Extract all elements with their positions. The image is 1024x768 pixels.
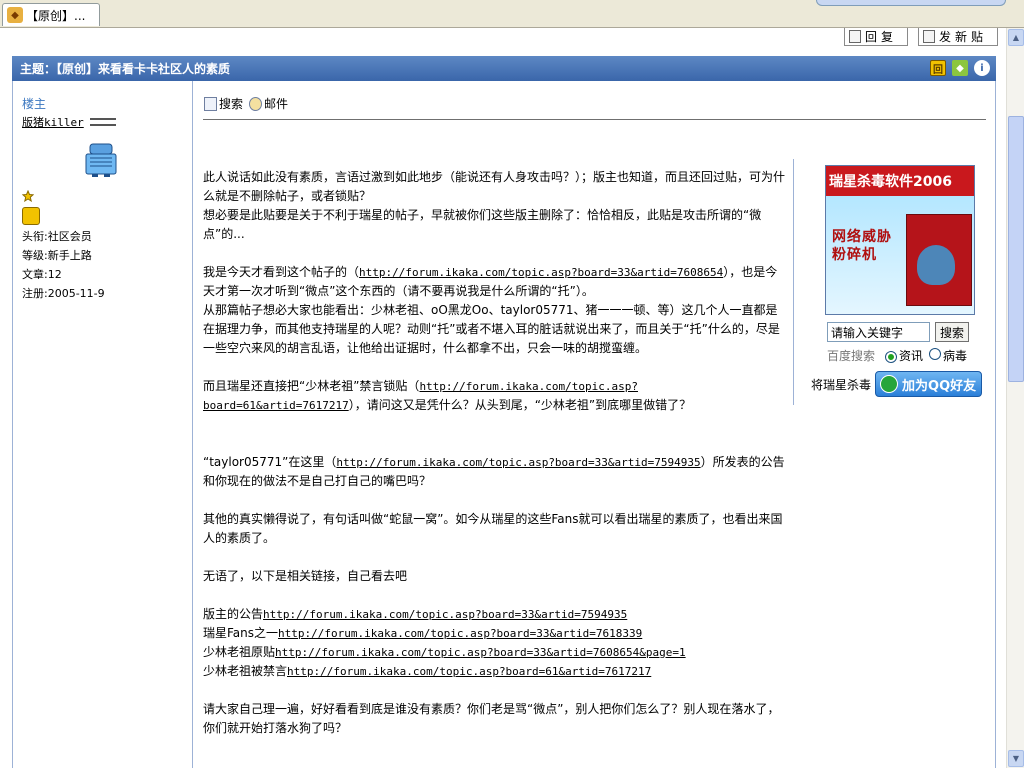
add-qq-friend-button[interactable]: 加为QQ好友 [875,371,983,397]
paragraph-2: 我是今天才看到这个帖子的（http://forum.ikaka.com/topi… [203,263,785,358]
link-item-label: 瑞星Fans之一 [203,626,279,640]
search-type-row: 百度搜索 资讯 病毒 [827,347,967,364]
paragraph-2b: 从那篇帖子想必大家也能看出：少林老祖、oO黑龙Oo、taylor05771、猪一… [203,303,780,355]
rising-ad-banner[interactable]: 瑞星杀毒软件2006 网络威胁 粉碎机 [825,165,975,315]
qq-icon [880,375,899,393]
radio-news-button[interactable] [885,351,898,363]
post-body: 搜索 邮件 此人说话如此没有素质，言语过激到如此地步（能说还有人身攻击吗？）；版… [194,81,997,768]
paragraph-2a-pre: 我是今天才看到这个帖子的（ [203,265,360,279]
author-name-row: 版猪killer [22,114,192,130]
browser-tab[interactable]: ◆ 【原创】... [2,3,100,26]
author-title: 头衔:社区会员 [22,230,92,243]
radio-news[interactable]: 资讯 [885,347,923,364]
mail-icon [249,96,263,111]
link-original-post[interactable]: http://forum.ikaka.com/topic.asp?board=3… [359,266,723,279]
lion-icon: ◆ [7,7,23,23]
link-item-url[interactable]: http://forum.ikaka.com/topic.asp?board=6… [287,665,651,678]
paragraph-3: 而且瑞星还直接把“少林老祖”禁言锁贴（http://forum.ikaka.co… [203,377,785,415]
paragraph-3-post: ），请问这又是凭什么？从头到尾，“少林老祖”到底哪里做错了？ [348,398,692,412]
radio-virus-label: 病毒 [943,349,968,363]
window-control[interactable] [816,0,1006,6]
browser-tab-bar: ◆ 【原创】... [0,0,1024,28]
link-list: 版主的公告http://forum.ikaka.com/topic.asp?bo… [203,605,785,681]
info-icon[interactable]: i [974,60,990,76]
search-tool[interactable]: 搜索 [204,95,243,112]
author-registered: 注册:2005-11-9 [22,287,105,300]
radio-news-label: 资讯 [899,349,924,363]
paragraph-4-pre: “taylor05771”在这里（ [203,455,337,469]
add-qq-friend-label: 加为QQ好友 [902,378,977,394]
reply-button-label: 回复 [864,30,897,44]
author-role: 楼主 [22,97,47,111]
scroll-down-arrow-icon[interactable]: ▼ [1008,750,1024,767]
scroll-thumb[interactable] [1008,116,1024,382]
divider [203,119,986,120]
ad-separator [793,159,794,405]
topic-title-bar: 主题：【原创】来看看卡卡社区人的素质 回 ◆ i [12,56,996,81]
post-frame: 楼主 版猪killer 头衔:社区会员 等级:新手上路 文章:12 注册:200… [12,81,996,768]
link-announcement[interactable]: http://forum.ikaka.com/topic.asp?board=3… [336,456,700,469]
post-content: 此人说话如此没有素质，言语过激到如此地步（能说还有人身攻击吗？）；版主也知道，而… [203,168,785,757]
link-item-label: 少林老祖被禁言 [203,664,288,678]
shield-icon [917,245,955,285]
link-item-label: 版主的公告 [203,607,264,621]
ad-slogan-line1: 网络威胁 [832,229,892,245]
avatar [84,142,118,178]
ad-banner-title: 瑞星杀毒软件2006 [826,166,974,196]
qq-row: 将瑞星杀毒 加为QQ好友 [811,371,983,397]
ad-slogan-line2: 粉碎机 [832,247,877,263]
reply-button[interactable]: 回复 [843,28,908,46]
topic-icons: 回 ◆ i [930,60,990,76]
search-tool-label: 搜索 [219,97,244,111]
paragraph-4: “taylor05771”在这里（http://forum.ikaka.com/… [203,453,785,491]
ad-search-button[interactable]: 搜索 [935,322,969,342]
mail-tool[interactable]: 邮件 [249,95,288,112]
radio-virus[interactable]: 病毒 [929,347,967,364]
paragraph-1: 此人说话如此没有素质，言语过激到如此地步（能说还有人身攻击吗？）；版主也知道，而… [203,168,785,244]
scroll-up-arrow-icon[interactable]: ▲ [1008,29,1024,46]
author-posts: 文章:12 [22,268,62,281]
keyword-search-input[interactable] [827,322,930,342]
link-item-url[interactable]: http://forum.ikaka.com/topic.asp?board=3… [278,627,642,640]
paragraph-1a: 此人说话如此没有素质，言语过激到如此地步（能说还有人身攻击吗？）；版主也知道，而… [203,170,786,203]
online-status-icon [89,118,116,126]
lion-badge-icon [22,207,40,225]
post-action-buttons: 回复 发新贴 [843,28,998,46]
post-tools: 搜索 邮件 [204,95,288,112]
forum-page: 回复 发新贴 主题：【原创】来看看卡卡社区人的素质 回 ◆ i 楼主 版猪kil… [0,28,1006,768]
link-item-url[interactable]: http://forum.ikaka.com/topic.asp?board=3… [275,646,686,659]
author-level: 等级:新手上路 [22,249,92,262]
link-item-url[interactable]: http://forum.ikaka.com/topic.asp?board=3… [263,608,627,621]
author-name[interactable]: 版猪killer [22,114,84,130]
reply-icon [848,30,861,43]
link-item-label: 少林老祖原贴 [203,645,276,659]
ad-slogan: 网络威胁 粉碎机 [832,228,892,264]
baidu-search-label: 百度搜索 [827,349,876,363]
software-box-image [906,214,972,306]
radio-virus-button[interactable] [929,348,942,360]
search-doc-icon [204,96,217,111]
print-icon[interactable]: 回 [930,60,946,76]
qq-prefix: 将瑞星杀毒 [811,377,872,392]
paragraph-1b: 想必要是此贴要是关于不利于瑞星的帖子，早就被你们这些版主删除了：恰恰相反，此贴是… [203,208,762,241]
topic-title: 主题：【原创】来看看卡卡社区人的素质 [20,62,231,76]
new-post-icon [922,30,935,43]
paragraph-5: 其他的真实懒得说了，有句话叫做“蛇鼠一窝”。如今从瑞星的这些Fans就可以看出瑞… [203,512,783,545]
paragraph-3-pre: 而且瑞星还直接把“少林老祖”禁言锁贴（ [203,379,420,393]
ad-search-row: 搜索 [827,322,969,342]
star-icon [21,189,35,203]
author-panel: 楼主 版猪killer 头衔:社区会员 等级:新手上路 文章:12 注册:200… [13,81,193,768]
vertical-scrollbar[interactable]: ▲ ▼ [1006,28,1024,768]
new-post-button[interactable]: 发新贴 [917,28,998,46]
star-rank [21,189,192,205]
browser-tab-title: 【原创】... [26,8,86,23]
mail-tool-label: 邮件 [264,97,289,111]
new-post-button-label: 发新贴 [938,30,987,44]
bookmark-icon[interactable]: ◆ [952,60,968,76]
paragraph-7: 请大家自己理一遍，好好看看到底是谁没有素质？你们老是骂“微点”，别人把你们怎么了… [203,702,780,735]
paragraph-6: 无语了，以下是相关链接，自己看去吧 [203,569,408,583]
